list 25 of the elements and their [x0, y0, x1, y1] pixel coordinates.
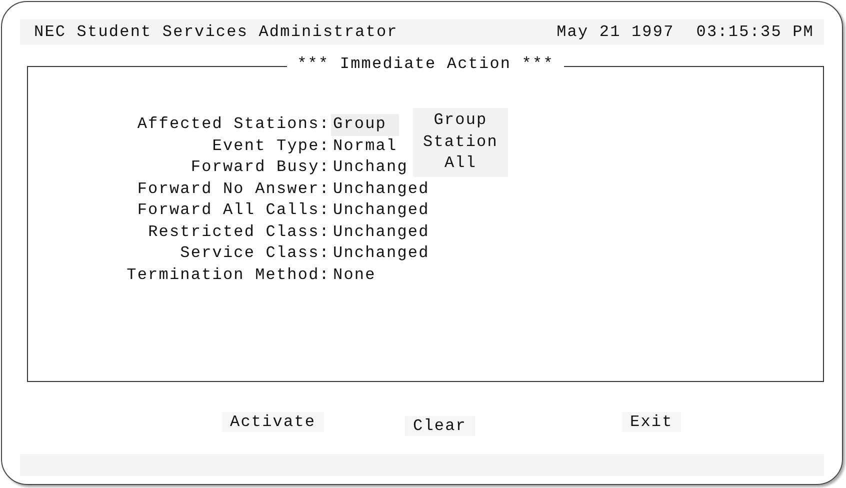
field-label: Forward No Answer: [137, 178, 330, 200]
time-text: 03:15:35 PM [696, 23, 814, 41]
field-label: Forward Busy: [190, 157, 330, 178]
field-label: Termination Method: [126, 264, 330, 286]
action-button[interactable]: Exit [622, 412, 681, 432]
field-value[interactable]: Unchanged [331, 243, 432, 264]
field-label: Service Class: [180, 243, 330, 264]
menu-option[interactable]: Station [423, 132, 498, 153]
field-value[interactable]: Unchanged [331, 222, 432, 243]
field-label: Affected Stations: [137, 114, 330, 135]
field-label: Event Type: [212, 136, 330, 156]
menu-option[interactable]: Group [434, 110, 488, 132]
field-value[interactable]: Group [331, 114, 399, 136]
field-value[interactable]: Unchanged [331, 200, 432, 222]
date-text: May 21 1997 [556, 23, 674, 41]
field-value[interactable]: None [331, 264, 378, 286]
field-label: Restricted Class: [148, 222, 330, 242]
field-value[interactable]: Unchanged [331, 178, 432, 200]
app-title: NEC Student Services Administrator [34, 23, 399, 41]
menu-option[interactable]: All [444, 153, 477, 174]
field-value[interactable]: Normal [331, 136, 400, 157]
action-button[interactable]: Activate [222, 412, 324, 432]
action-button[interactable]: Clear [405, 416, 475, 436]
field-label: Forward All Calls: [137, 200, 330, 221]
field-value[interactable]: Unchang [331, 157, 410, 178]
